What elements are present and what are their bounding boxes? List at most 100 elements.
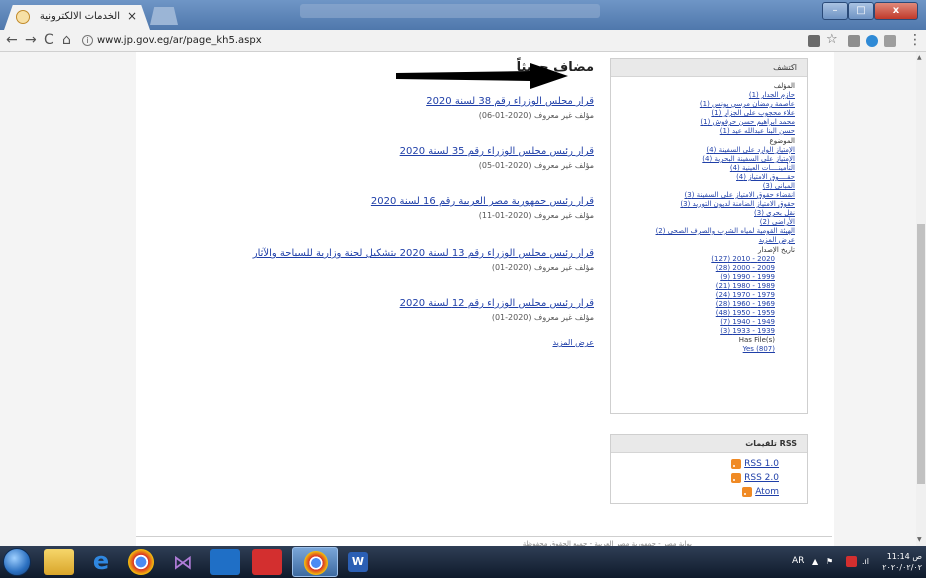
minimize-button[interactable]: – <box>822 2 848 20</box>
browser-menu-icon[interactable]: ⋮ <box>908 32 922 48</box>
result-meta: مؤلف غير معروف (2020-01-06) <box>478 111 594 120</box>
internet-explorer-icon[interactable]: e <box>86 549 116 575</box>
facet-subject-item[interactable]: انقضاء حقوق الامتياز على السفينة (3) <box>611 191 796 200</box>
result-title-link[interactable]: قرار رئيس جمهورية مصر العربية رقم 16 لسن… <box>274 196 594 207</box>
facet-subject-item[interactable]: التأمينــــات العينية (4) <box>611 164 795 173</box>
forward-icon[interactable]: → <box>25 32 37 48</box>
facet-list: المؤلف حازم الجدار (1) عاصمة رمضان مرسي … <box>611 77 807 354</box>
extension-blue-icon[interactable] <box>866 35 878 47</box>
tab-title: الخدمات الالكترونية <box>39 11 120 22</box>
tab-active[interactable]: الخدمات الالكترونية × <box>4 5 150 30</box>
extension-grey-icon[interactable] <box>884 35 896 47</box>
facet-author-item[interactable]: علاء محجوب على الجزار (1) <box>611 109 795 118</box>
rss-feed-icon <box>731 473 742 483</box>
facet-author-item[interactable]: حسن البنا عبدالله عيد (1) <box>611 127 795 136</box>
start-button[interactable] <box>3 548 31 576</box>
maximize-button[interactable]: □ <box>848 2 874 20</box>
pdf-reader-icon[interactable] <box>252 549 282 575</box>
back-icon[interactable]: ← <box>6 32 18 48</box>
facet-has-files-item[interactable]: Yes (807) <box>611 345 775 354</box>
rss-1-link[interactable]: RSS 1.0 <box>731 459 779 469</box>
facet-date-item[interactable]: 1999 - 1990 (9) <box>611 273 775 282</box>
chrome-icon <box>304 551 328 575</box>
facet-date-item[interactable]: 1979 - 1970 (24) <box>611 291 775 300</box>
rss-header: RSS تلقيمات <box>611 435 807 453</box>
rss-feeds-box: RSS تلقيمات RSS 1.0 RSS 2.0 Atom <box>610 434 808 504</box>
scroll-up-icon[interactable]: ▲ <box>917 54 922 61</box>
facet-author-item[interactable]: محمد ابراهيم حسن حرفوش (1) <box>611 118 795 127</box>
window-title-blurred <box>300 4 600 18</box>
rss-link-label: RSS 2.0 <box>744 473 779 483</box>
facet-subject-item[interactable]: حقوق الامتياز الضامنة لديون التوريد (3) <box>611 200 795 209</box>
scroll-down-icon[interactable]: ▼ <box>917 536 922 543</box>
home-icon[interactable]: ⌂ <box>62 32 71 48</box>
chrome-icon[interactable] <box>128 549 154 575</box>
facet-author-item[interactable]: عاصمة رمضان مرسي يونس (1) <box>611 100 795 109</box>
close-window-button[interactable]: x <box>874 2 918 20</box>
result-title-link[interactable]: قرار رئيس مجلس الوزراء رقم 12 لسنة 2020 <box>274 298 594 309</box>
discover-sidebar: اكتشف المؤلف حازم الجدار (1) عاصمة رمضان… <box>610 58 808 414</box>
bookmark-star-icon[interactable]: ☆ <box>826 32 838 47</box>
rss-link-label: RSS 1.0 <box>744 459 779 469</box>
info-icon[interactable]: i <box>82 34 93 46</box>
result-title-link[interactable]: قرار رئيس مجلس الوزراء رقم 35 لسنة 2020 <box>274 146 594 157</box>
result-title-link[interactable]: قرار رئيس مجلس الوزراء رقم 13 لسنة 2020 … <box>253 248 594 259</box>
facet-date-item[interactable]: 1969 - 1960 (28) <box>611 300 775 309</box>
result-meta: مؤلف غير معروف (2020-01-05) <box>478 161 594 170</box>
result-meta: مؤلف غير معروف (2020-01-11) <box>478 211 594 220</box>
outlook-icon[interactable] <box>210 549 240 575</box>
site-favicon-icon <box>16 10 30 24</box>
facet-subject-item[interactable]: المبانى (3) <box>611 182 795 191</box>
facet-date-item[interactable]: 1989 - 1980 (21) <box>611 282 775 291</box>
translate-icon[interactable] <box>808 35 820 47</box>
facet-author-item[interactable]: حازم الجدار (1) <box>611 91 795 100</box>
facet-date-item[interactable]: 2020 - 2010 (127) <box>611 255 775 264</box>
rss-feed-icon <box>731 459 742 469</box>
result-item: قرار رئيس جمهورية مصر العربية رقم 16 لسن… <box>274 196 594 220</box>
facet-date-item[interactable]: 2009 - 2000 (28) <box>611 264 775 273</box>
system-clock[interactable]: 11:14 ص ٢٠٢٠/٠٢/٠٢ <box>868 551 922 573</box>
rss-2-link[interactable]: RSS 2.0 <box>731 473 779 483</box>
facet-subject-item[interactable]: الأراضى (2) <box>611 218 795 227</box>
close-tab-icon[interactable]: × <box>127 9 137 23</box>
reload-icon[interactable]: C <box>44 32 54 48</box>
clock-time: 11:14 ص <box>886 552 922 561</box>
clock-date: ٢٠٢٠/٠٢/٠٢ <box>882 563 922 572</box>
chrome-active-window[interactable] <box>292 547 338 577</box>
scroll-thumb[interactable] <box>917 224 925 484</box>
language-indicator[interactable]: AR <box>792 556 804 566</box>
facet-date-item[interactable]: 1959 - 1950 (48) <box>611 309 775 318</box>
extension-icon[interactable] <box>848 35 860 47</box>
facet-subject-item[interactable]: الإمتياز على السفينة البحرية (4) <box>611 155 795 164</box>
word-icon[interactable]: W <box>348 552 368 572</box>
antivirus-tray-icon[interactable] <box>846 556 857 567</box>
file-explorer-icon[interactable] <box>44 549 74 575</box>
result-item: قرار رئيس مجلس الوزراء رقم 12 لسنة 2020 … <box>274 298 594 322</box>
facet-subject-item[interactable]: نقل بحرى (3) <box>611 209 795 218</box>
result-meta: مؤلف غير معروف (2020-01) <box>491 313 594 322</box>
rss-link-label: Atom <box>755 487 779 497</box>
result-item: قرار رئيس مجلس الوزراء رقم 13 لسنة 2020 … <box>253 248 594 272</box>
facet-subject-item[interactable]: الهيئة القومية لمياه الشرب والصرف الصحى … <box>611 227 795 236</box>
facet-subject-item[interactable]: الإمتياز الوارد على السفينة (4) <box>611 146 795 155</box>
facet-subject-item[interactable]: حقــــوق الامتياز (4) <box>611 173 795 182</box>
facet-date-item[interactable]: 1949 - 1940 (7) <box>611 318 775 327</box>
result-item: قرار رئيس مجلس الوزراء رقم 35 لسنة 2020 … <box>274 146 594 170</box>
url-input[interactable]: i www.jp.gov.eg/ar/page_kh5.aspx <box>82 32 802 50</box>
new-tab-button[interactable] <box>150 7 178 25</box>
vertical-scrollbar[interactable]: ▲ ▼ <box>916 52 926 546</box>
atom-link[interactable]: Atom <box>742 487 779 497</box>
facet-group-has-files: Has File(s) <box>738 336 775 344</box>
action-center-flag-icon[interactable]: ⚑ <box>826 557 833 566</box>
view-more-link[interactable]: عرض المزيد <box>500 338 594 347</box>
windows-taskbar: e ⋈ W AR ▲ ⚑ .ıl 11:14 ص ٢٠٢٠/٠٢/٠٢ <box>0 546 926 578</box>
result-meta: مؤلف غير معروف (2020-01) <box>491 263 594 272</box>
facet-subject-more-link[interactable]: عرض المزيد <box>611 236 795 245</box>
tray-expand-icon[interactable]: ▲ <box>812 557 818 566</box>
media-player-icon[interactable]: ⋈ <box>168 549 198 575</box>
result-title-link[interactable]: قرار مجلس الوزراء رقم 38 لسنة 2020 <box>274 96 594 107</box>
facet-group-author: المؤلف <box>773 82 795 90</box>
sidebar-header: اكتشف <box>611 59 807 77</box>
browser-title-bar: الخدمات الالكترونية × – □ x <box>0 0 926 30</box>
facet-date-item[interactable]: 1939 - 1933 (3) <box>611 327 775 336</box>
